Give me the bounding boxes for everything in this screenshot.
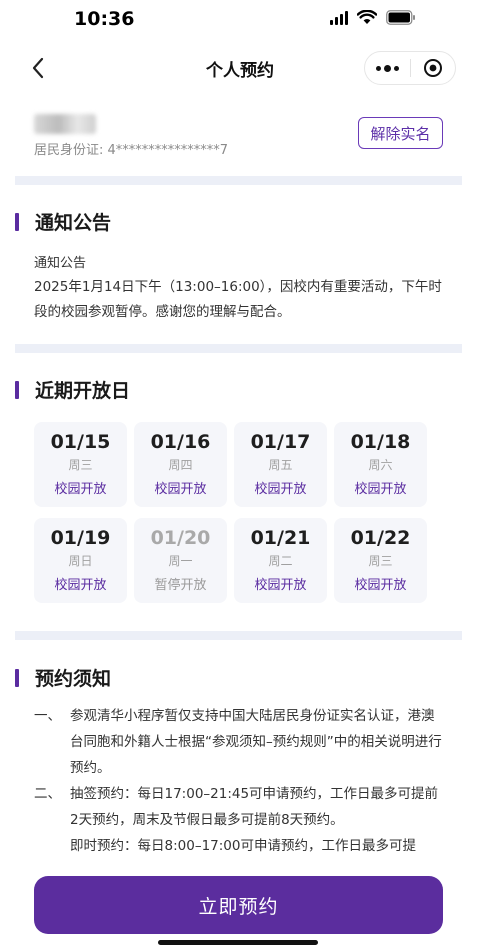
rule-number: 一、 bbox=[34, 708, 61, 724]
date-card[interactable]: 01/21 周二 校园开放 bbox=[234, 518, 327, 603]
status-icons bbox=[330, 10, 416, 25]
section-divider bbox=[15, 631, 462, 640]
rule-item: 一、 参观清华小程序暂仅支持中国大陆居民身份证实名认证，港澳台同胞和外籍人士根据… bbox=[34, 703, 446, 781]
date-card-status: 暂停开放 bbox=[154, 578, 207, 593]
open-days-section-title: 近期开放日 bbox=[35, 380, 131, 402]
status-time: 10:36 bbox=[74, 8, 135, 30]
status-bar: 10:36 bbox=[0, 0, 480, 40]
open-days-section-header: 近期开放日 bbox=[15, 376, 130, 403]
mini-program-capsule bbox=[364, 51, 456, 85]
notice-section-header: 通知公告 bbox=[15, 208, 111, 235]
date-card-status: 校园开放 bbox=[154, 482, 207, 497]
app-page: 10:36 个人预约 居民身份证: 4****************7 解除实… bbox=[0, 0, 480, 946]
date-card[interactable]: 01/15 周三 校园开放 bbox=[34, 422, 127, 507]
date-card[interactable]: 01/16 周四 校园开放 bbox=[134, 422, 227, 507]
date-card[interactable]: 01/19 周日 校园开放 bbox=[34, 518, 127, 603]
book-now-button[interactable]: 立即预约 bbox=[34, 876, 443, 934]
date-card-date: 01/20 bbox=[150, 527, 211, 549]
date-card-status: 校园开放 bbox=[254, 578, 307, 593]
more-dots-icon bbox=[375, 64, 399, 72]
notice-body: 2025年1月14日下午（13:00–16:00），因校内有重要活动，下午时段的… bbox=[34, 279, 442, 320]
rules-section-title: 预约须知 bbox=[35, 668, 112, 690]
date-card-weekday: 周五 bbox=[268, 458, 293, 472]
close-mini-program-button[interactable] bbox=[411, 52, 456, 84]
more-button[interactable] bbox=[365, 52, 410, 84]
date-card-date: 01/16 bbox=[150, 431, 211, 453]
date-card-weekday: 周一 bbox=[168, 554, 193, 568]
date-card-weekday: 周六 bbox=[368, 458, 393, 472]
section-accent-bar bbox=[15, 668, 19, 687]
section-divider bbox=[15, 176, 462, 185]
signal-icon bbox=[330, 10, 348, 25]
unbind-realname-button[interactable]: 解除实名 bbox=[358, 117, 443, 149]
rules-section-header: 预约须知 bbox=[15, 664, 111, 691]
date-card-date: 01/21 bbox=[250, 527, 311, 549]
open-days-grid: 01/15 周三 校园开放 01/16 周四 校园开放 01/17 周五 校园开… bbox=[34, 422, 428, 603]
date-card-status: 校园开放 bbox=[54, 482, 107, 497]
date-card-date: 01/18 bbox=[350, 431, 411, 453]
rule-item: 二、 抽签预约：每日17:00–21:45可申请预约，工作日最多可提前2天预约，… bbox=[34, 781, 446, 833]
home-indicator bbox=[158, 940, 318, 945]
wifi-icon bbox=[357, 10, 377, 25]
date-card-status: 校园开放 bbox=[354, 578, 407, 593]
nav-bar: 个人预约 bbox=[0, 44, 480, 92]
date-card-status: 校园开放 bbox=[54, 578, 107, 593]
rule-text: 抽签预约：每日17:00–21:45可申请预约，工作日最多可提前2天预约，周末及… bbox=[70, 786, 439, 828]
date-card-date: 01/22 bbox=[350, 527, 411, 549]
date-card[interactable]: 01/18 周六 校园开放 bbox=[334, 422, 427, 507]
rule-number: 二、 bbox=[34, 786, 61, 802]
date-card-date: 01/19 bbox=[50, 527, 111, 549]
rule-text: 参观清华小程序暂仅支持中国大陆居民身份证实名认证，港澳台同胞和外籍人士根据“参观… bbox=[70, 708, 442, 776]
rules-list: 一、 参观清华小程序暂仅支持中国大陆居民身份证实名认证，港澳台同胞和外籍人士根据… bbox=[34, 703, 446, 859]
date-card-weekday: 周二 bbox=[268, 554, 293, 568]
date-card-status: 校园开放 bbox=[254, 482, 307, 497]
section-divider bbox=[15, 344, 462, 353]
user-id-text: 居民身份证: 4****************7 bbox=[34, 143, 229, 158]
user-name-blurred bbox=[34, 114, 96, 134]
section-accent-bar bbox=[15, 212, 19, 231]
date-card-weekday: 周日 bbox=[68, 554, 93, 568]
notice-section-title: 通知公告 bbox=[35, 212, 112, 234]
section-accent-bar bbox=[15, 380, 19, 399]
target-close-icon bbox=[423, 59, 442, 77]
battery-icon bbox=[386, 10, 416, 25]
date-card[interactable]: 01/22 周三 校园开放 bbox=[334, 518, 427, 603]
date-card-weekday: 周四 bbox=[168, 458, 193, 472]
date-card[interactable]: 01/17 周五 校园开放 bbox=[234, 422, 327, 507]
notice-label: 通知公告 bbox=[34, 256, 87, 271]
date-card-date: 01/17 bbox=[250, 431, 311, 453]
date-card-weekday: 周三 bbox=[68, 458, 93, 472]
date-card-weekday: 周三 bbox=[368, 554, 393, 568]
date-card-status: 校园开放 bbox=[354, 482, 407, 497]
date-card[interactable]: 01/20 周一 暂停开放 bbox=[134, 518, 227, 603]
date-card-date: 01/15 bbox=[50, 431, 111, 453]
